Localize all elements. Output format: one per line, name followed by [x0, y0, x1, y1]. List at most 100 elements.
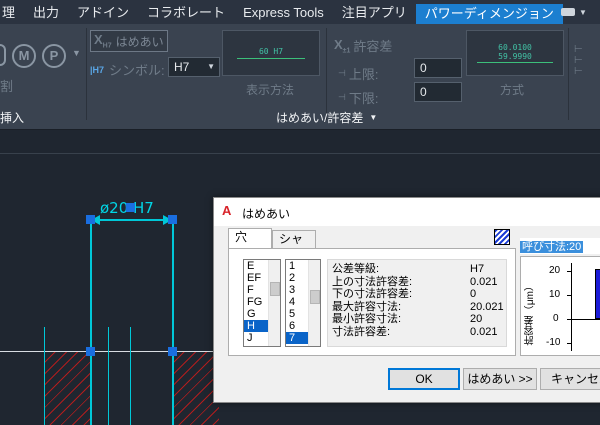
- chart-tick: [567, 271, 571, 272]
- extension-line-left: [90, 219, 92, 425]
- info-value: 0: [470, 288, 477, 300]
- grip-handle[interactable]: [126, 203, 135, 212]
- dialog-titlebar[interactable]: A はめあい: [214, 198, 600, 226]
- letter-scrollbar[interactable]: [268, 260, 280, 346]
- fit-button[interactable]: XH7 はめあい: [90, 30, 168, 52]
- list-item[interactable]: 2: [286, 272, 308, 284]
- tolerance-icon: X±1: [334, 36, 351, 55]
- symbol-row: |H7 シンボル:: [90, 60, 165, 79]
- left-panel-title: 挿入: [0, 111, 25, 125]
- tab-output[interactable]: 出力: [24, 0, 68, 24]
- list-item[interactable]: EF: [244, 272, 268, 284]
- list-item[interactable]: 1: [286, 260, 308, 272]
- chart-tick: [567, 295, 571, 296]
- hatch-toggle-icon[interactable]: [494, 229, 510, 245]
- extra-tools-icon[interactable]: ⊢ ⊢ ⊢: [574, 44, 583, 77]
- extension-line-right: [172, 219, 174, 425]
- tab-strip: 穴 シャフト: [228, 228, 316, 263]
- list-item-selected[interactable]: 7: [286, 332, 308, 344]
- info-label: 最大許容寸法:: [332, 300, 402, 313]
- part-edge-line: [0, 351, 219, 352]
- letter-listbox[interactable]: E EF F FG G H J: [243, 259, 281, 347]
- tolerance-chart: 許容差（μm） 20 10 0 -10: [520, 256, 600, 356]
- letter-list: E EF F FG G H J: [244, 260, 268, 344]
- nominal-label-box: 呼び寸法:20: [520, 238, 600, 254]
- dimension-line[interactable]: [92, 219, 172, 221]
- cancel-button[interactable]: キャンセル: [540, 368, 600, 390]
- edge-line: [44, 327, 45, 425]
- list-item[interactable]: 5: [286, 308, 308, 320]
- tab-shaft[interactable]: シャフト: [272, 230, 316, 263]
- upper-icon: ⊣: [338, 68, 346, 78]
- tab-collaborate[interactable]: コラボレート: [138, 0, 234, 24]
- list-item[interactable]: 3: [286, 284, 308, 296]
- chart-tick-label: 10: [549, 289, 561, 300]
- upper-input[interactable]: 0: [414, 58, 462, 78]
- grade-listbox[interactable]: 1 2 3 4 5 6 7: [285, 259, 321, 347]
- info-label: 寸法許容差:: [332, 325, 391, 338]
- grip-handle[interactable]: [86, 215, 95, 224]
- method-label: 方式: [500, 83, 525, 97]
- list-item[interactable]: F: [244, 284, 268, 296]
- scroll-thumb[interactable]: [270, 282, 280, 296]
- chart-tick-label: 0: [553, 313, 559, 324]
- tab-power-dimension[interactable]: パワーディメンジョン: [415, 4, 563, 24]
- list-item[interactable]: 6: [286, 320, 308, 332]
- method-preview-bottom: 59.9990: [498, 52, 532, 61]
- list-item-selected[interactable]: H: [244, 320, 268, 332]
- scroll-thumb[interactable]: [310, 290, 320, 304]
- m-symbol-button[interactable]: M: [12, 44, 36, 68]
- panel-divider: [568, 28, 569, 120]
- chevron-down-icon: ▼: [369, 113, 378, 122]
- fit-panel-title[interactable]: はめあい/許容差 ▼: [276, 108, 377, 128]
- list-item[interactable]: J: [244, 332, 268, 344]
- method-preview-line: [477, 62, 553, 63]
- grip-handle[interactable]: [86, 347, 95, 356]
- grip-handle[interactable]: [168, 215, 177, 224]
- ribbon-minimize-control[interactable]: ▼: [548, 0, 600, 24]
- tab-featured-apps[interactable]: 注目アプリ: [333, 0, 416, 24]
- tab-hole[interactable]: 穴: [228, 228, 272, 249]
- info-value: 0.021: [470, 325, 498, 338]
- list-item[interactable]: FG: [244, 296, 268, 308]
- list-item[interactable]: G: [244, 308, 268, 320]
- display-preview-line: [237, 58, 305, 59]
- p-symbol-button[interactable]: P: [42, 44, 66, 68]
- upper-row: ⊣ 上限:: [338, 64, 378, 83]
- method-preview-button[interactable]: 60.0100 59.9990: [466, 30, 564, 76]
- lower-label: 下限:: [348, 91, 379, 106]
- ribbon-tab-bar: 理 出力 アドイン コラボレート Express Tools 注目アプリ パワー…: [0, 0, 600, 24]
- panel-divider: [326, 28, 327, 120]
- info-label: 最小許容寸法:: [332, 313, 402, 325]
- tolerance-row[interactable]: X±1 許容差: [334, 36, 392, 55]
- list-item[interactable]: 4: [286, 296, 308, 308]
- fit-toggle-button[interactable]: はめあい >>: [463, 368, 537, 390]
- grip-handle[interactable]: [168, 347, 177, 356]
- grade-scrollbar[interactable]: [308, 260, 320, 346]
- info-label: 上の寸法許容差:: [332, 275, 413, 288]
- symbol-select[interactable]: H7 ▼: [168, 57, 220, 77]
- tab-express-tools[interactable]: Express Tools: [234, 0, 333, 24]
- tolerance-label: 許容差: [353, 39, 393, 54]
- lower-input[interactable]: 0: [414, 82, 462, 102]
- display-preview-button[interactable]: 60 H7: [222, 30, 320, 76]
- display-method-label: 表示方法: [246, 83, 295, 97]
- upper-label: 上限:: [348, 67, 379, 82]
- tab-manage[interactable]: 理: [0, 0, 24, 24]
- fit-icon: XH7: [94, 32, 112, 50]
- info-label: 下の寸法許容差:: [332, 288, 413, 300]
- chevron-down-icon: ▼: [579, 7, 587, 17]
- partial-icon: [0, 44, 6, 66]
- tolerance-info-panel: 公差等級: 上の寸法許容差: 下の寸法許容差: 最大許容寸法: 最小許容寸法: …: [327, 259, 507, 347]
- chart-tick-label: 20: [549, 265, 561, 276]
- info-label: 公差等級:: [332, 263, 380, 275]
- tolerance-bar: [595, 269, 600, 319]
- symbol-icon: |H7: [90, 64, 105, 75]
- info-value: 0.021: [470, 275, 498, 288]
- chart-tick: [567, 343, 571, 344]
- ok-button[interactable]: OK: [388, 368, 460, 390]
- dropdown-arrow-icon[interactable]: ▼: [72, 48, 81, 58]
- list-item[interactable]: E: [244, 260, 268, 272]
- tab-addins[interactable]: アドイン: [68, 0, 138, 24]
- grade-list: 1 2 3 4 5 6 7: [286, 260, 308, 344]
